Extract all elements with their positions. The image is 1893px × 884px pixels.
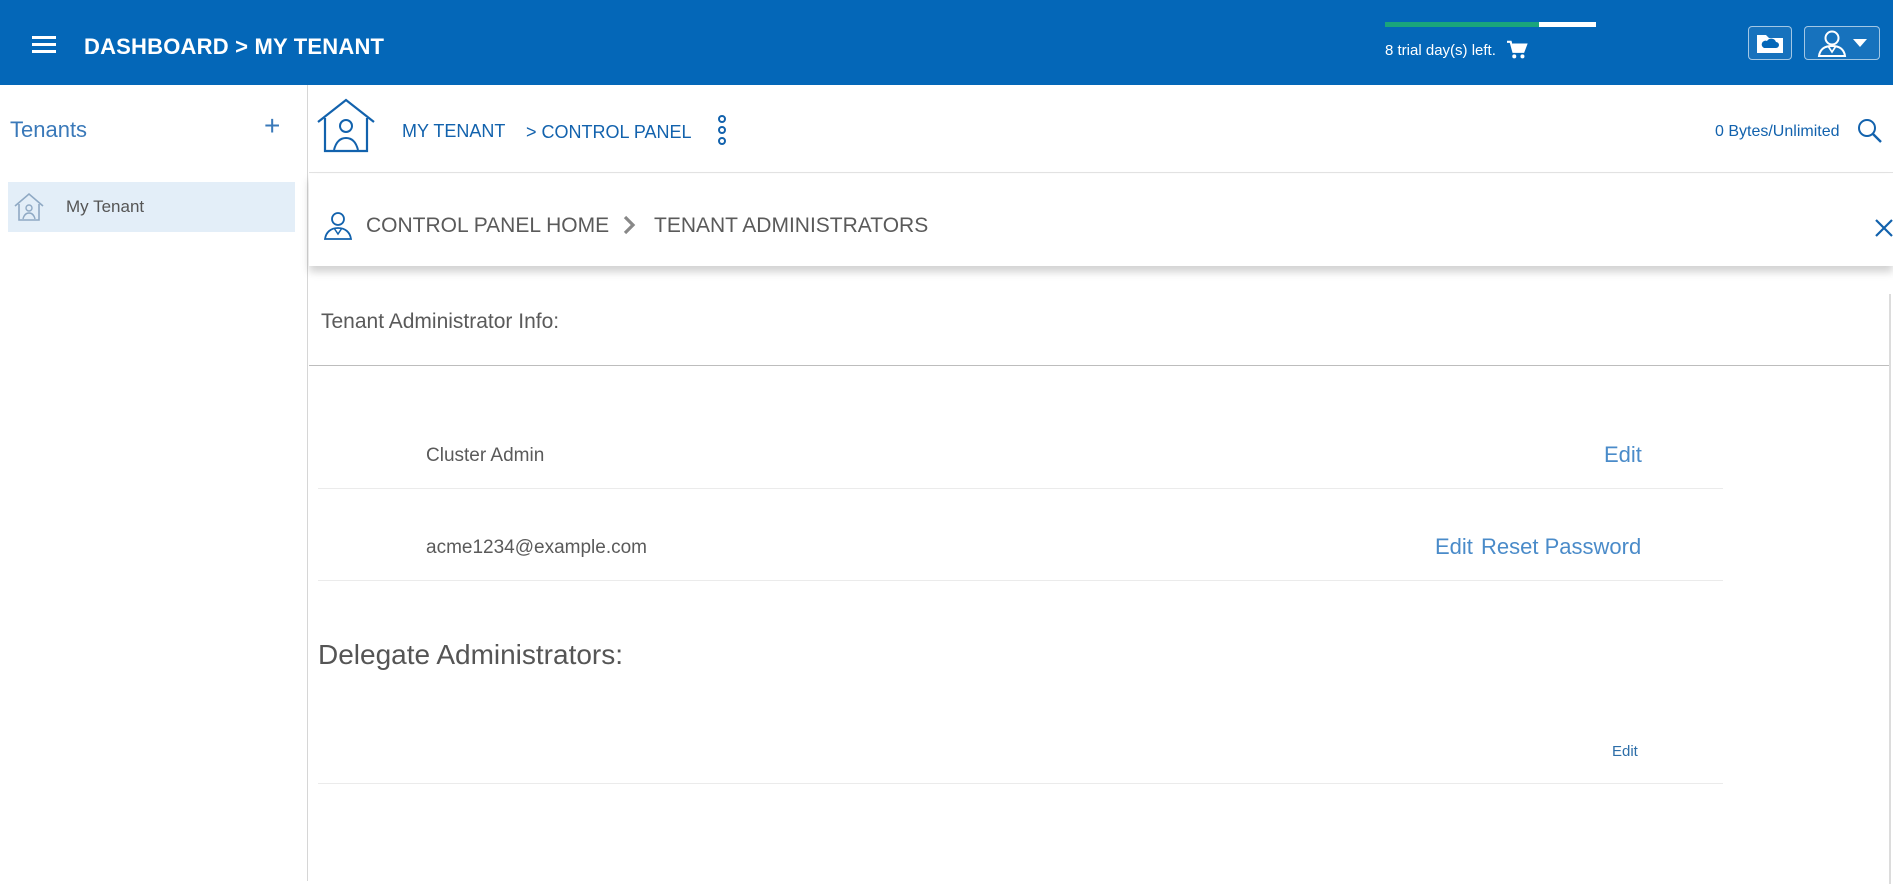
divider [318,580,1723,581]
trial-progress-bar [1385,22,1596,27]
house-icon [317,98,375,153]
folder-cloud-icon [1757,35,1783,53]
divider [318,783,1723,784]
trial-status: 8 trial day(s) left. [1385,42,1496,59]
breadcrumb-control-panel[interactable]: > CONTROL PANEL [526,122,692,143]
reset-password-button[interactable]: Reset Password [1481,534,1641,560]
scrollbar-track[interactable] [1889,294,1891,884]
trial-progress-fill [1385,22,1540,27]
cloud-folder-button[interactable] [1748,26,1792,60]
content: Tenant Administrator Info: Cluster Admin… [309,266,1893,884]
control-panel-home-link[interactable]: CONTROL PANEL HOME [366,214,609,238]
kebab-icon[interactable] [718,115,728,147]
breadcrumb-tenant[interactable]: MY TENANT [402,121,505,142]
house-icon [14,192,44,221]
user-menu-button[interactable] [1804,26,1880,60]
chevron-down-icon [1853,39,1867,47]
sidebar-item-my-tenant[interactable]: My Tenant [8,182,295,232]
chevron-right-icon [623,215,636,235]
edit-button[interactable]: Edit [1435,534,1473,560]
menu-icon[interactable] [32,36,56,56]
divider [309,365,1889,366]
control-panel-header: CONTROL PANEL HOME TENANT ADMINISTRATORS [309,174,1893,266]
top-bar: DASHBOARD > MY TENANT 8 trial day(s) lef… [0,0,1893,85]
main-header: MY TENANT > CONTROL PANEL 0 Bytes/Unlimi… [309,85,1893,173]
tenant-admin-title: Tenant Administrator Info: [321,310,560,333]
admin-name: Cluster Admin [426,445,545,466]
search-icon[interactable] [1857,118,1883,144]
edit-button[interactable]: Edit [1612,743,1638,760]
divider [318,488,1723,489]
cart-icon[interactable] [1506,40,1528,60]
storage-usage: 0 Bytes/Unlimited [1715,123,1840,140]
page-title: DASHBOARD > MY TENANT [84,34,385,59]
sidebar: Tenants + My Tenant [0,85,308,881]
delegate-admin-title: Delegate Administrators: [318,639,624,670]
control-panel-current: TENANT ADMINISTRATORS [654,214,929,237]
sidebar-item-label: My Tenant [66,197,145,216]
add-tenant-button[interactable]: + [264,112,280,140]
admin-email: acme1234@example.com [426,537,648,558]
user-icon [1817,30,1847,57]
close-icon[interactable] [1874,218,1893,238]
edit-button[interactable]: Edit [1604,442,1642,468]
sidebar-title: Tenants [10,117,88,142]
admin-icon [323,212,353,240]
